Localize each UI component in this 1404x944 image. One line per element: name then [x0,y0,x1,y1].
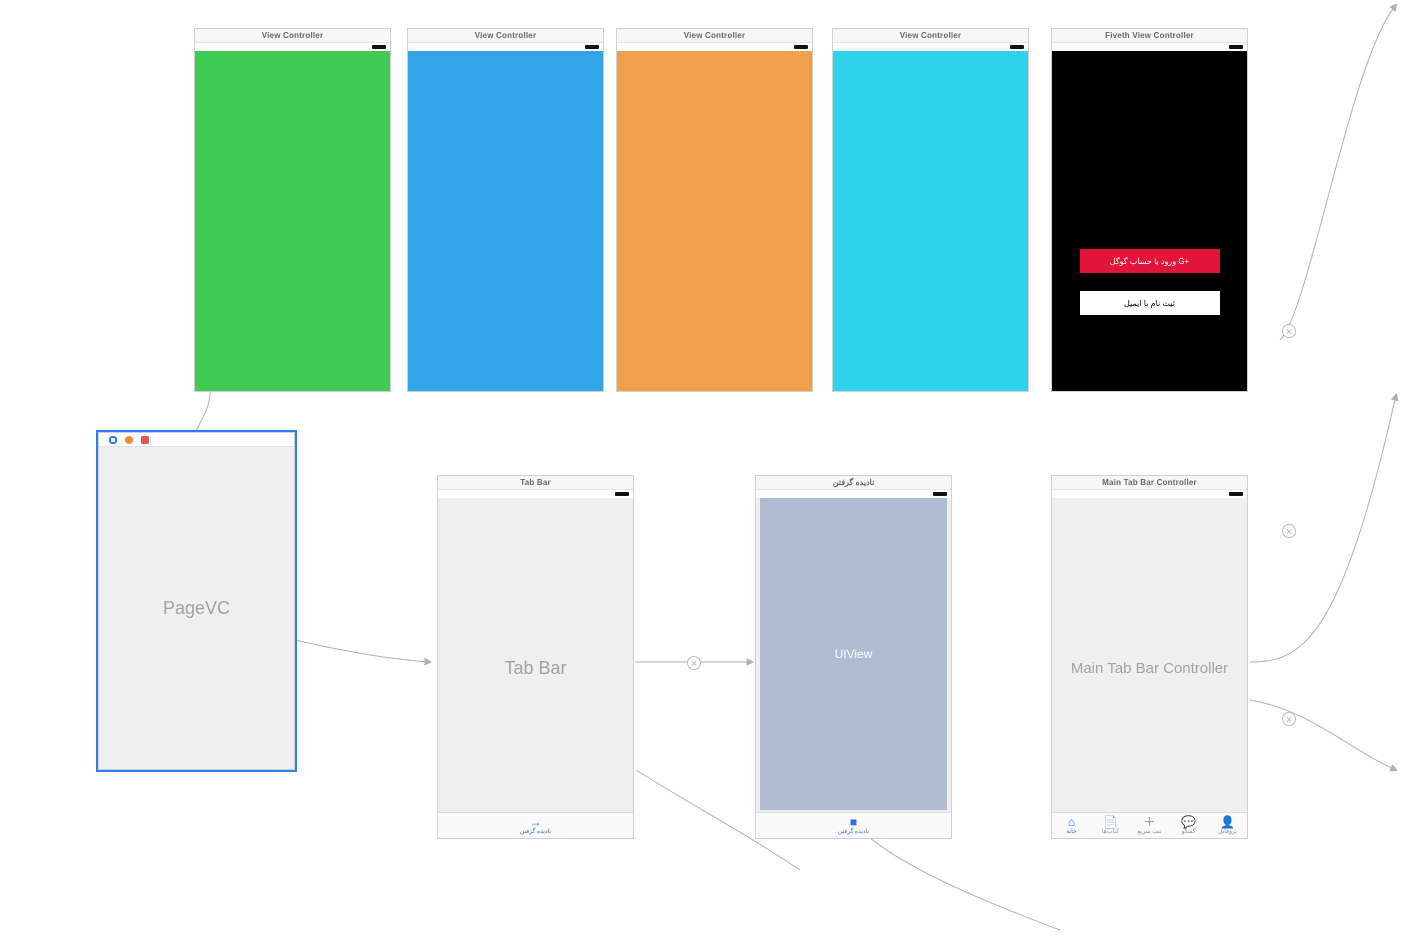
google-signin-button[interactable]: ورود با حساب گوگل G+ [1080,249,1220,273]
arrow-right-icon: → [530,816,542,828]
status-bar [833,43,1028,51]
tab-item[interactable]: → نادیده گرفتن [438,813,633,838]
scene-body [617,51,812,391]
status-bar [617,43,812,51]
square-icon: ■ [850,816,857,828]
tab-chat[interactable]: 💬 گفتگو [1169,813,1208,838]
pagevc-scene[interactable]: PageVC [98,432,295,770]
home-icon: ⌂ [1068,816,1075,828]
scene-body: ورود با حساب گوگل G+ ثبت نام با ایمیل [1052,51,1247,391]
tab-bar: ⌂ خانه 📄 کتاب‌ها ＋ ثبت سریع 💬 گفتگو 👤 [1052,812,1247,838]
tab-label: ثبت سریع [1137,828,1161,835]
scene-title: Tab Bar [438,476,633,490]
scene-title: View Controller [833,29,1028,43]
tab-label: کتاب‌ها [1102,828,1119,835]
tab-label: پروفایل [1218,828,1237,835]
tab-books[interactable]: 📄 کتاب‌ها [1091,813,1130,838]
scene-body [833,51,1028,391]
tab-label: گفتگو [1181,828,1195,835]
plus-icon: ＋ [1143,816,1155,828]
status-bar [438,490,633,498]
view-controller-scene[interactable]: View Controller [407,28,604,392]
scene-title: View Controller [617,29,812,43]
scene-title: View Controller [408,29,603,43]
tab-label: خانه [1066,828,1076,835]
handle-icon[interactable] [125,436,133,444]
tab-profile[interactable]: 👤 پروفایل [1208,813,1247,838]
view-controller-scene[interactable]: View Controller [194,28,391,392]
main-tab-bar-controller-scene[interactable]: Main Tab Bar Controller Main Tab Bar Con… [1051,475,1248,839]
segue-node-icon[interactable] [1282,324,1296,338]
scene-selection-handles [99,433,294,447]
handle-icon[interactable] [109,436,117,444]
books-icon: 📄 [1103,816,1118,828]
tab-bar: → نادیده گرفتن [438,812,633,838]
scene-title: Fiveth View Controller [1052,29,1247,43]
segue-node-icon[interactable] [687,656,701,670]
scene-title: نادیده گرفتن [756,476,951,490]
scene-body: Tab Bar → نادیده گرفتن [438,498,633,838]
handle-icon[interactable] [141,436,149,444]
status-bar [1052,43,1247,51]
scene-body: PageVC [99,447,294,769]
scene-body: UIView ■ نادیده گرفتن [756,498,951,838]
tab-label: نادیده گرفتن [838,828,869,835]
tab-label: نادیده گرفتن [520,828,551,835]
scene-body [408,51,603,391]
view-controller-scene[interactable]: View Controller [616,28,813,392]
placeholder-label: Main Tab Bar Controller [1052,498,1247,838]
status-bar [408,43,603,51]
status-bar [1052,490,1247,498]
segue-node-icon[interactable] [1282,524,1296,538]
placeholder-label: PageVC [99,447,294,769]
status-bar [195,43,390,51]
scene-body [195,51,390,391]
chat-icon: 💬 [1181,816,1196,828]
scene-title: View Controller [195,29,390,43]
tab-add[interactable]: ＋ ثبت سریع [1130,813,1169,838]
segue-node-icon[interactable] [1282,712,1296,726]
tab-bar: ■ نادیده گرفتن [756,812,951,838]
tab-bar-scene[interactable]: Tab Bar Tab Bar → نادیده گرفتن [437,475,634,839]
view-controller-scene[interactable]: View Controller [832,28,1029,392]
scene-title: Main Tab Bar Controller [1052,476,1247,490]
login-view-controller-scene[interactable]: Fiveth View Controller ورود با حساب گوگل… [1051,28,1248,392]
placeholder-label: Tab Bar [438,498,633,838]
ignore-scene[interactable]: نادیده گرفتن UIView ■ نادیده گرفتن [755,475,952,839]
scene-body: Main Tab Bar Controller ⌂ خانه 📄 کتاب‌ها… [1052,498,1247,838]
email-signup-button[interactable]: ثبت نام با ایمیل [1080,291,1220,315]
person-icon: 👤 [1220,816,1235,828]
tab-home[interactable]: ⌂ خانه [1052,813,1091,838]
status-bar [756,490,951,498]
tab-item[interactable]: ■ نادیده گرفتن [756,813,951,838]
uiview-placeholder[interactable]: UIView [760,498,947,810]
